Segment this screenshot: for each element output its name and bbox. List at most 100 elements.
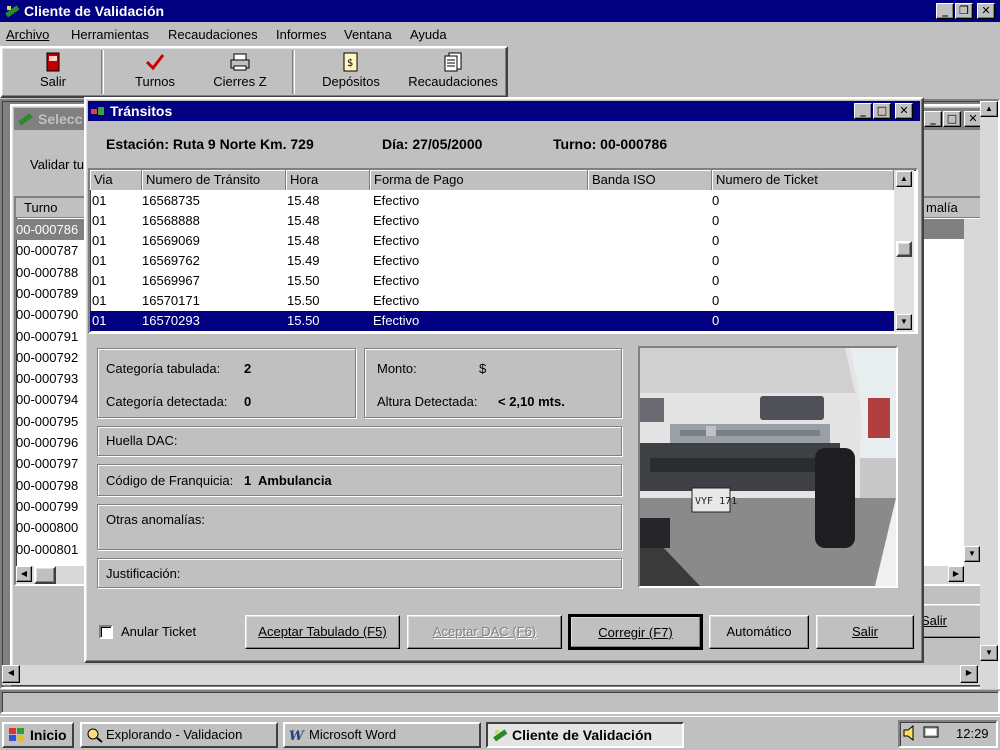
menu-recaudaciones[interactable]: Recaudaciones	[168, 27, 258, 42]
toolbar-depositos-button[interactable]: $ Depósitos	[314, 50, 388, 96]
vehicle-photo: VYF 171	[638, 346, 898, 588]
minimize-icon[interactable]: _	[854, 103, 872, 119]
start-button[interactable]: Inicio	[2, 722, 74, 748]
menu-herramientas[interactable]: Herramientas	[71, 27, 149, 42]
restore-icon[interactable]: ❐	[955, 3, 973, 19]
speaker-icon[interactable]	[902, 724, 920, 744]
toolbar-cierres-button[interactable]: Cierres Z	[200, 50, 280, 96]
transit-row[interactable]: 01 16570171 15.50 Efectivo 0	[90, 291, 894, 311]
turno-list-item[interactable]: 00-000799	[16, 496, 86, 517]
transit-row[interactable]: 01 16568888 15.48 Efectivo 0	[90, 211, 894, 231]
checkmark-icon	[145, 54, 165, 71]
col-via[interactable]: Via	[90, 170, 142, 190]
turno-list-item[interactable]: 00-000789	[16, 283, 86, 304]
turno-list-item[interactable]: 00-000801	[16, 539, 86, 560]
word-label: Microsoft Word	[309, 727, 397, 742]
turno-list-item[interactable]: 00-000786	[16, 219, 86, 240]
transit-cell-forma: Efectivo	[373, 213, 420, 228]
menu-archivo[interactable]: Archivo	[6, 27, 49, 42]
turno-list-item[interactable]: 00-000790	[16, 304, 86, 325]
col-anomalia[interactable]: malía	[922, 200, 958, 215]
scroll-down-icon[interactable]: ▼	[896, 314, 912, 330]
col-numero[interactable]: Numero de Tránsito	[142, 170, 286, 190]
franquicia-label: Código de Franquicia:	[106, 473, 234, 488]
turno-list-item[interactable]: 00-000794	[16, 389, 86, 410]
transit-cell-hora: 15.49	[287, 253, 320, 268]
toolbar-cierres-label: Cierres Z	[213, 74, 267, 89]
scroll-right-icon[interactable]: ▶	[960, 665, 978, 683]
grid-scroll-thumb[interactable]	[896, 241, 912, 257]
aceptar-tabulado-button[interactable]: Aceptar Tabulado (F5)	[245, 615, 400, 649]
franquicia-value: 1 Ambulancia	[244, 473, 332, 488]
toolbar-recaudaciones-label: Recaudaciones	[408, 74, 498, 89]
transit-cell-forma: Efectivo	[373, 233, 420, 248]
scroll-down-icon[interactable]: ▼	[980, 645, 998, 661]
transit-cell-numero: 16568888	[142, 213, 200, 228]
col-forma-pago[interactable]: Forma de Pago	[370, 170, 588, 190]
transit-row[interactable]: 01 16570293 15.50 Efectivo 0	[90, 311, 894, 331]
plate-text: VYF 171	[695, 496, 737, 507]
hscroll-thumb[interactable]	[34, 566, 56, 584]
anular-ticket-checkbox[interactable]	[99, 625, 113, 639]
toolbar-turnos-button[interactable]: Turnos	[122, 50, 188, 96]
anular-ticket-label[interactable]: Anular Ticket	[121, 624, 196, 639]
menu-label: Archivo	[6, 27, 50, 42]
corregir-button[interactable]: Corregir (F7)	[568, 614, 703, 650]
col-banda-iso[interactable]: Banda ISO	[588, 170, 712, 190]
network-icon[interactable]	[922, 725, 942, 744]
maximize-icon[interactable]: □	[943, 111, 961, 127]
menu-ventana[interactable]: Ventana	[344, 27, 392, 42]
transit-row[interactable]: 01 16568735 15.48 Efectivo 0	[90, 191, 894, 211]
col-turno[interactable]: Turno	[24, 200, 57, 215]
scroll-right-icon[interactable]: ▶	[948, 566, 964, 582]
minimize-icon[interactable]: _	[924, 111, 942, 127]
toolbar-depositos-label: Depósitos	[322, 74, 380, 89]
transit-row[interactable]: 01 16569762 15.49 Efectivo 0	[90, 251, 894, 271]
transit-cell-ticket: 0	[712, 213, 720, 228]
minimize-icon[interactable]: _	[936, 3, 954, 19]
turno-list-item[interactable]: 00-000796	[16, 432, 86, 453]
turno-list-item[interactable]: 00-000793	[16, 368, 86, 389]
close-icon[interactable]: ✕	[895, 103, 913, 119]
turno-list-item[interactable]: 00-000787	[16, 240, 86, 261]
aceptar-dac-button[interactable]: Aceptar DAC (F6)	[407, 615, 562, 649]
documents-icon	[444, 52, 462, 72]
automatico-button[interactable]: Automático	[709, 615, 809, 649]
transitos-grid-header: Via Numero de Tránsito Hora Forma de Pag…	[90, 170, 894, 190]
scroll-left-icon[interactable]: ◀	[16, 566, 32, 582]
scroll-up-icon[interactable]: ▲	[896, 171, 912, 187]
salir-label: Salir	[851, 624, 878, 639]
turno-list-item[interactable]: 00-000791	[16, 326, 86, 347]
taskbar-word[interactable]: W Microsoft Word	[283, 722, 481, 748]
turno-list-item[interactable]: 00-000795	[16, 411, 86, 432]
close-icon[interactable]: ✕	[977, 3, 995, 19]
transit-cell-hora: 15.48	[287, 233, 320, 248]
maximize-icon[interactable]: □	[873, 103, 891, 119]
menu-ayuda[interactable]: Ayuda	[410, 27, 447, 42]
turno-list-item[interactable]: 00-000797	[16, 453, 86, 474]
clock: 12:29	[956, 726, 989, 741]
menu-informes[interactable]: Informes	[276, 27, 327, 42]
toolbar-recaudaciones-button[interactable]: Recaudaciones	[400, 50, 506, 96]
turno-list-item[interactable]: 00-000788	[16, 262, 86, 283]
taskbar-cliente[interactable]: Cliente de Validación	[486, 722, 684, 748]
transit-row[interactable]: 01 16569967 15.50 Efectivo 0	[90, 271, 894, 291]
mdi-hscroll[interactable]	[2, 665, 980, 685]
col-numero-ticket[interactable]: Numero de Ticket	[712, 170, 894, 190]
transit-cell-numero: 16570171	[142, 293, 200, 308]
vehicle-image: VYF 171	[640, 348, 896, 586]
turno-list-item[interactable]: 00-000800	[16, 517, 86, 538]
scroll-down-icon[interactable]: ▼	[964, 546, 980, 562]
scroll-up-icon[interactable]: ▲	[980, 101, 998, 117]
taskbar-explorando[interactable]: Explorando - Validacion	[80, 722, 278, 748]
transit-row[interactable]: 01 16569069 15.48 Efectivo 0	[90, 231, 894, 251]
turno-list-item[interactable]: 00-000798	[16, 475, 86, 496]
scroll-left-icon[interactable]: ◀	[2, 665, 20, 683]
mdi-vscroll[interactable]	[980, 101, 998, 689]
turnos-vscroll[interactable]	[964, 219, 980, 566]
seleccion-title: Selecc	[38, 111, 83, 127]
salir-button[interactable]: Salir	[816, 615, 914, 649]
turno-list-item[interactable]: 00-000792	[16, 347, 86, 368]
toolbar-salir-button[interactable]: Salir	[20, 50, 86, 96]
col-hora[interactable]: Hora	[286, 170, 370, 190]
